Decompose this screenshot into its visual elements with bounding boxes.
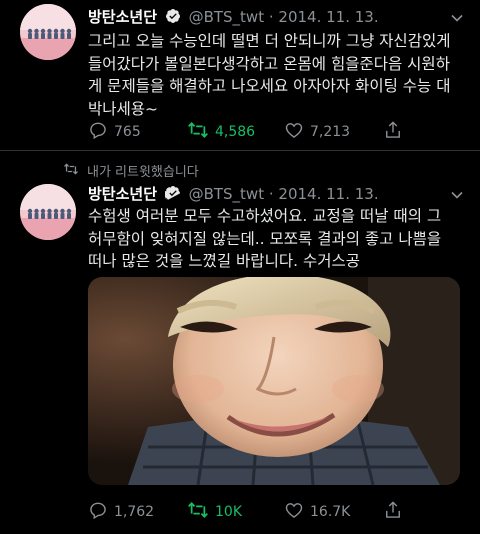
retweet-icon <box>187 120 209 144</box>
tweet-text: 그리고 오늘 수능인데 떨면 더 안되니까 그냥 자신감있게 들어갔다가 볼일본… <box>88 30 463 120</box>
tweet-text-line: 떠나 많은 것을 느꼈길 바랍니다. 수거스공 <box>88 252 360 270</box>
tweet-header: 방탄소년단 @BTS_twt · 2014. 11. 13. <box>88 6 379 28</box>
tweet-text-line: 수험생 여러분 모두 수고하셨어요. 교정을 떠날 때의 그 <box>88 207 442 225</box>
chevron-down-icon[interactable] <box>450 10 464 24</box>
like-button[interactable]: 7,213 <box>284 120 350 144</box>
retweeted-by-note: 내가 리트윗했습니다 <box>63 161 199 180</box>
tweet-text-line: 박나세용~ <box>88 99 159 118</box>
share-icon <box>383 120 403 144</box>
avatar[interactable] <box>20 184 76 240</box>
share-icon <box>383 500 403 524</box>
reply-button[interactable]: 1,762 <box>88 500 154 524</box>
tweet-text: 수험생 여러분 모두 수고하셨어요. 교정을 떠날 때의 그 허무함이 잊혀지질… <box>88 205 463 273</box>
share-button[interactable] <box>383 120 403 144</box>
tweet-1[interactable]: 방탄소년단 @BTS_twt · 2014. 11. 13. 그리고 오늘 수능… <box>0 0 480 150</box>
retweet-button[interactable]: 10K <box>187 500 242 524</box>
reply-button[interactable]: 765 <box>88 120 141 144</box>
retweet-count: 10K <box>215 504 242 520</box>
retweet-icon <box>63 162 79 180</box>
avatar[interactable] <box>20 4 76 60</box>
handle[interactable]: @BTS_twt <box>189 185 265 203</box>
tweet-text-line: 그리고 오늘 수능인데 떨면 더 안되니까 그냥 자신감있게 <box>88 32 451 50</box>
display-name[interactable]: 방탄소년단 <box>88 8 157 26</box>
verified-icon <box>163 185 181 205</box>
reply-icon <box>88 500 108 524</box>
tweet-actions: 1,762 10K 16.7K <box>88 500 468 520</box>
handle[interactable]: @BTS_twt <box>189 8 265 26</box>
retweet-icon <box>187 500 209 524</box>
retweet-note-label: 내가 리트윗했습니다 <box>87 165 199 180</box>
tweet-text-line: 들어갔다가 볼일본다생각하고 온몸에 힘을준다음 시원하 <box>88 54 450 73</box>
portrait-image <box>88 277 460 485</box>
chevron-down-icon[interactable] <box>450 187 464 201</box>
display-name[interactable]: 방탄소년단 <box>88 185 157 203</box>
tweet-text-line: 게 문제들을 해결하고 나오세요 아자아자 화이팅 수능 대 <box>88 77 451 95</box>
tweet-actions: 765 4,586 7,213 <box>88 120 468 140</box>
reply-icon <box>88 120 108 144</box>
reply-count: 765 <box>114 124 141 140</box>
tweet-header: 방탄소년단 @BTS_twt · 2014. 11. 13. <box>88 183 379 205</box>
verified-icon <box>165 8 181 28</box>
tweet-photo[interactable] <box>88 277 460 485</box>
like-icon <box>284 120 304 144</box>
retweet-button[interactable]: 4,586 <box>187 120 255 144</box>
tweet-text-line: 허무함이 잊혀지질 않는데.. 모쪼록 결과의 좋고 나쁨을 <box>88 229 442 248</box>
share-button[interactable] <box>383 500 403 524</box>
retweet-count: 4,586 <box>215 124 256 140</box>
like-button[interactable]: 16.7K <box>284 500 350 524</box>
like-count: 7,213 <box>310 124 351 140</box>
reply-count: 1,762 <box>114 504 155 520</box>
timestamp[interactable]: · 2014. 11. 13. <box>269 8 379 26</box>
like-icon <box>284 500 304 524</box>
timestamp[interactable]: · 2014. 11. 13. <box>269 185 379 203</box>
like-count: 16.7K <box>310 504 351 520</box>
tweet-2[interactable]: 내가 리트윗했습니다 방탄소년단 @BTS_twt · 2014. 11. 13… <box>0 151 480 534</box>
